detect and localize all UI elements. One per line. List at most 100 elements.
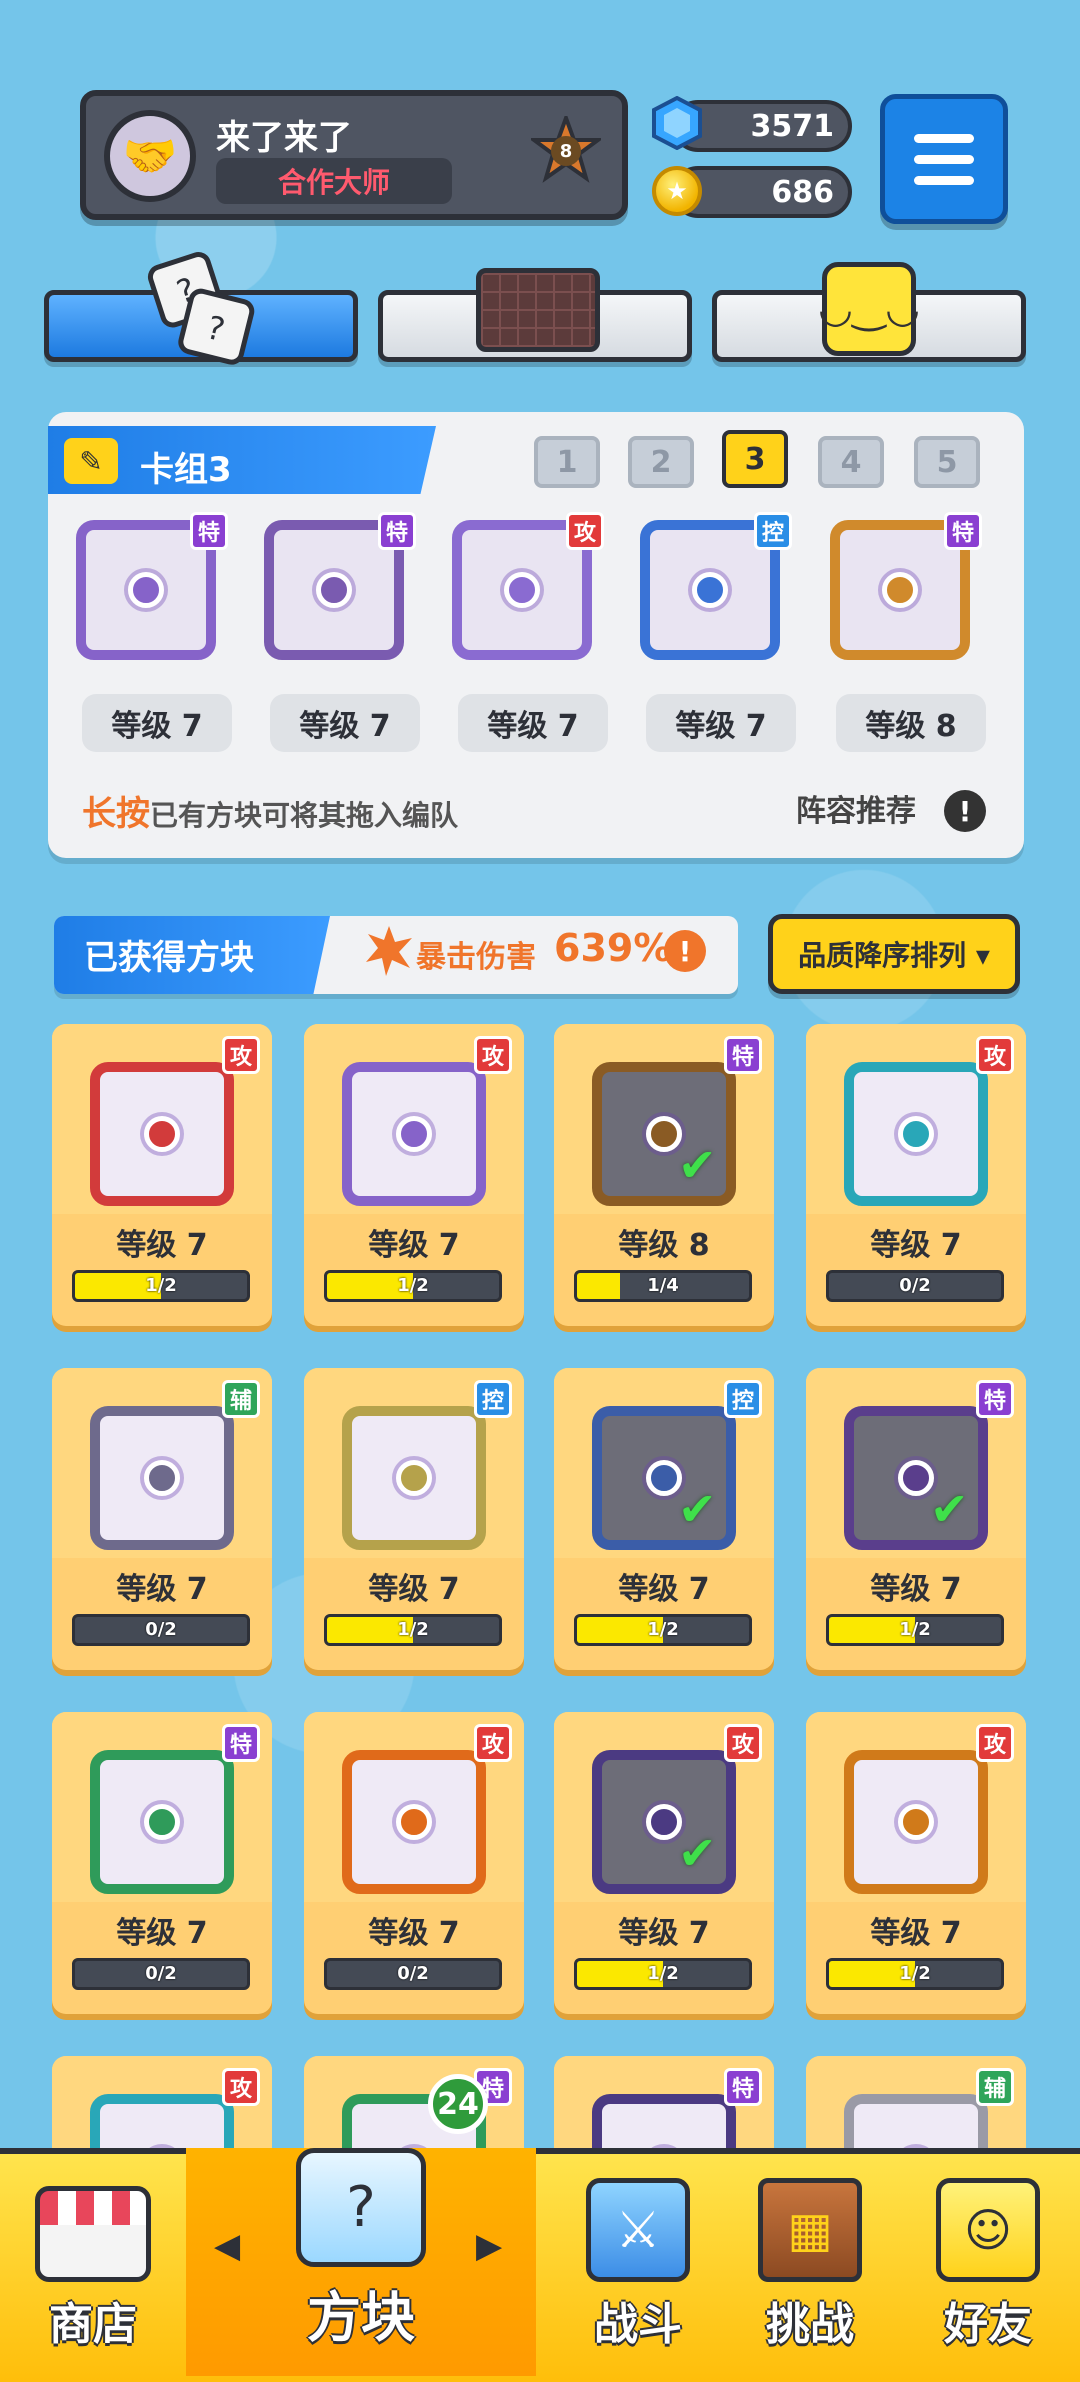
block-frame: [342, 1406, 486, 1550]
type-tag: 辅: [976, 2068, 1014, 2106]
block-core-icon: [144, 1460, 180, 1496]
check-icon: ✔: [678, 1482, 717, 1536]
block-card[interactable]: 特 ✔ 等级 8 1/4: [554, 1024, 774, 1326]
block-level: 等级 7: [116, 1916, 208, 1951]
block-core-icon: [898, 1116, 934, 1152]
avatar[interactable]: 🤝: [104, 110, 196, 202]
gem-icon: [650, 95, 704, 151]
nav-battle-label: 战斗: [594, 2299, 682, 2350]
block-level: 等级 7: [870, 1916, 962, 1951]
block-core-icon: [144, 1804, 180, 1840]
block-level: 等级 7: [116, 1572, 208, 1607]
deck-slot-3[interactable]: 3: [722, 430, 788, 488]
lineup-recommend-button[interactable]: 阵容推荐: [796, 786, 916, 830]
block-core-icon: [396, 1804, 432, 1840]
block-card[interactable]: 攻等级 7 0/2: [304, 1712, 524, 2014]
nav-challenge[interactable]: ▦ 挑战: [720, 2148, 900, 2376]
progress-text: 0/2: [397, 1963, 429, 1984]
type-tag: 特: [976, 1380, 1014, 1418]
block-card[interactable]: 控 ✔ 等级 7 1/2: [554, 1368, 774, 1670]
hint-text: 已有方块可将其拖入编队: [150, 799, 459, 832]
challenge-sign-icon: ▦: [758, 2178, 862, 2282]
progress-text: 1/2: [899, 1963, 931, 1984]
progress-text: 0/2: [145, 1963, 177, 1984]
burst-icon: [366, 926, 412, 980]
block-card[interactable]: 辅等级 7 0/2: [52, 1368, 272, 1670]
block-level: 等级 7: [116, 1228, 208, 1263]
type-tag: 特: [378, 512, 416, 550]
block-frame: [90, 1062, 234, 1206]
crit-damage-label: 暴击伤害: [416, 940, 536, 975]
block-card[interactable]: 攻等级 7 1/2: [806, 1712, 1026, 2014]
block-card[interactable]: 攻 ✔ 等级 7 1/2: [554, 1712, 774, 2014]
grid-board-icon: [476, 268, 600, 352]
info-icon[interactable]: !: [944, 790, 986, 832]
menu-button[interactable]: [880, 94, 1008, 224]
block-level: 等级 7: [618, 1916, 710, 1951]
deck-slot-5[interactable]: 5: [914, 436, 980, 488]
block-card[interactable]: 特 ✔ 等级 7 1/2: [806, 1368, 1026, 1670]
progress-text: 1/2: [899, 1619, 931, 1640]
block-card[interactable]: 攻等级 7 0/2: [806, 1024, 1026, 1326]
progress-text: 1/2: [397, 1619, 429, 1640]
upgrade-progress-bar: 1/2: [826, 1958, 1004, 1990]
type-tag: 攻: [474, 1036, 512, 1074]
type-tag: 攻: [976, 1036, 1014, 1074]
sort-dropdown[interactable]: 品质降序排列 ▾: [768, 914, 1020, 994]
block-core-icon: [396, 1116, 432, 1152]
block-core-icon: [898, 1804, 934, 1840]
block-level: 等级 7: [368, 1916, 460, 1951]
block-core-icon: [396, 1460, 432, 1496]
nav-friends[interactable]: ☺ 好友: [896, 2148, 1080, 2376]
deck-card-level: 等级 8: [836, 694, 986, 752]
nav-right-arrow-icon[interactable]: ▶: [476, 2226, 502, 2266]
crit-info-icon[interactable]: !: [664, 930, 706, 972]
deck-slot-2[interactable]: 2: [628, 436, 694, 488]
block-frame: [342, 1750, 486, 1894]
block-level: 等级 8: [618, 1228, 710, 1263]
nav-challenge-label: 挑战: [766, 2299, 854, 2350]
nav-blocks-label: 方块: [307, 2286, 415, 2349]
type-tag: 控: [474, 1380, 512, 1418]
friend-block-icon: ☺: [936, 2178, 1040, 2282]
deck-slot-4[interactable]: 4: [818, 436, 884, 488]
blocks-count-badge: 24: [428, 2074, 488, 2134]
block-card[interactable]: 控等级 7 1/2: [304, 1368, 524, 1670]
upgrade-progress-bar: 1/2: [826, 1614, 1004, 1646]
block-card[interactable]: 攻等级 7 1/2: [52, 1024, 272, 1326]
block-core-icon: [898, 1460, 934, 1496]
hint-emphasis: 长按: [82, 794, 150, 834]
block-level: 等级 7: [618, 1572, 710, 1607]
type-tag: 特: [222, 1724, 260, 1762]
check-icon: ✔: [678, 1826, 717, 1880]
deck-card-level: 等级 7: [458, 694, 608, 752]
block-core-icon: [504, 572, 540, 608]
upgrade-progress-bar: 0/2: [324, 1958, 502, 1990]
block-card[interactable]: 攻等级 7 1/2: [304, 1024, 524, 1326]
nav-battle[interactable]: ⚔ 战斗: [548, 2148, 728, 2376]
type-tag: 特: [724, 1036, 762, 1074]
block-card[interactable]: 特等级 7 0/2: [52, 1712, 272, 2014]
profile-panel[interactable]: 🤝 来了来了 合作大师 8: [80, 90, 628, 220]
pencil-icon[interactable]: ✎: [64, 438, 118, 484]
nav-shop[interactable]: 商店: [0, 2148, 186, 2376]
block-core-icon: [692, 572, 728, 608]
rank-badge: 8: [531, 116, 601, 186]
type-tag: 攻: [566, 512, 604, 550]
block-frame: [844, 1062, 988, 1206]
progress-text: 1/2: [145, 1275, 177, 1296]
progress-text: 1/2: [397, 1275, 429, 1296]
gem-count: 3571: [750, 108, 835, 144]
upgrade-progress-bar: 1/2: [324, 1270, 502, 1302]
deck-slot-1[interactable]: 1: [534, 436, 600, 488]
nav-left-arrow-icon[interactable]: ◀: [214, 2226, 240, 2266]
type-tag: 特: [190, 512, 228, 550]
block-core-icon: [144, 1116, 180, 1152]
upgrade-progress-bar: 0/2: [72, 1958, 250, 1990]
type-tag: 攻: [222, 2068, 260, 2106]
progress-text: 0/2: [145, 1619, 177, 1640]
upgrade-progress-bar: 1/2: [72, 1270, 250, 1302]
rank-level: 8: [551, 136, 581, 166]
player-title: 合作大师: [216, 158, 452, 204]
block-frame: [90, 1406, 234, 1550]
